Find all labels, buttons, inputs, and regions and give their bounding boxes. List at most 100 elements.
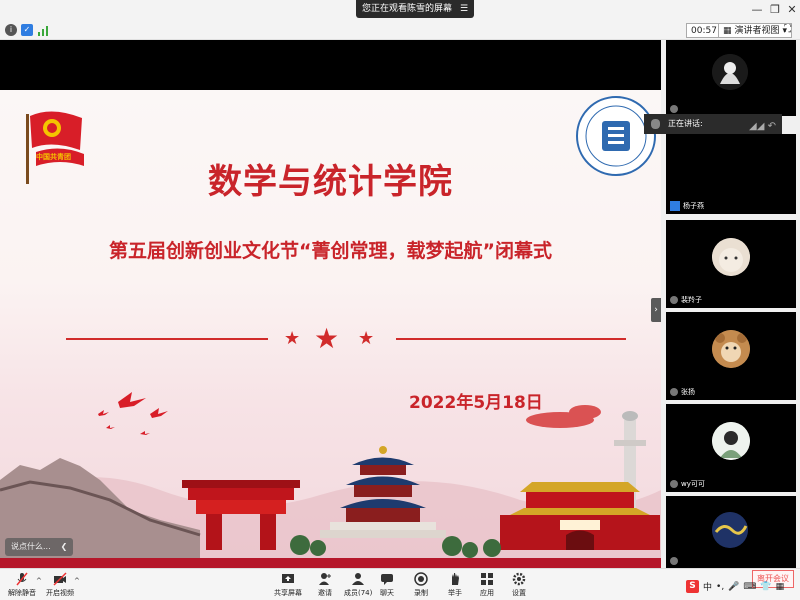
landmarks-illustration: [0, 392, 661, 570]
skin-icon[interactable]: 👕: [760, 582, 771, 592]
gear-icon: [512, 572, 526, 586]
participant-tile[interactable]: 裴羚子: [666, 220, 796, 308]
restore-button[interactable]: ❐: [768, 3, 782, 16]
share-screen-button[interactable]: 共享屏幕: [274, 572, 302, 598]
mic-icon: [670, 296, 678, 304]
video-off-icon: [53, 572, 67, 586]
chat-placeholder: 说点什么...: [11, 542, 51, 551]
apps-button[interactable]: 应用: [480, 572, 494, 598]
invite-label: 邀请: [318, 589, 332, 597]
meeting-timer: 00:57: [686, 23, 722, 38]
keyboard-icon[interactable]: ⌨: [743, 582, 756, 592]
voice-input-icon[interactable]: 🎤: [728, 582, 739, 592]
security-shield-icon[interactable]: ✓: [21, 24, 33, 36]
chevron-left-icon[interactable]: ❮: [61, 538, 68, 556]
avatar: [712, 54, 748, 90]
signal-strength-icon[interactable]: [38, 25, 48, 39]
star-icon: ★: [314, 322, 340, 355]
chat-icon: [380, 572, 394, 586]
meeting-info-bar: i ✓ 00:57 ▦ 演讲者视图 ▾ ⛶: [0, 21, 800, 40]
participant-name-tag: [670, 557, 681, 565]
participant-name-tag: 裴羚子: [670, 295, 702, 305]
mic-muted-icon: [15, 572, 29, 586]
shared-screen-stage: 中国共青团 数学与统计学院 第五届创新创业文化节“菁创常理，载梦起航”闭幕式 ★…: [0, 40, 661, 570]
raise-hand-button[interactable]: 举手: [448, 572, 462, 598]
slide-subtitle: 第五届创新创业文化节“菁创常理，载梦起航”闭幕式: [109, 240, 552, 262]
speaker-view-button[interactable]: ▦ 演讲者视图 ▾: [718, 23, 793, 38]
participant-name: 张扬: [681, 388, 695, 396]
ime-language[interactable]: 中: [703, 580, 712, 593]
members-button[interactable]: 成员(74): [344, 572, 372, 598]
record-label: 录制: [414, 589, 428, 597]
avatar: [712, 330, 750, 368]
star-icon: ★: [358, 328, 375, 349]
add-user-icon: [318, 572, 332, 586]
punctuation-icon[interactable]: •,: [716, 582, 724, 592]
participant-tile[interactable]: [666, 40, 796, 116]
divider-left: [66, 338, 268, 340]
mic-icon: [670, 557, 678, 565]
members-icon: [351, 572, 365, 586]
apps-label: 应用: [480, 589, 494, 597]
avatar: [712, 422, 750, 460]
fullscreen-icon[interactable]: ⛶: [784, 24, 791, 35]
members-label: 成员(74): [344, 589, 373, 597]
invite-button[interactable]: 邀请: [318, 572, 332, 598]
chat-input-toggle[interactable]: 说点什么... ❮: [5, 538, 74, 556]
avatar: [712, 512, 748, 548]
slide-title: 数学与统计学院: [208, 162, 453, 202]
record-icon: [414, 572, 428, 586]
participant-name-tag: 张扬: [670, 387, 695, 397]
chat-button[interactable]: 聊天: [380, 572, 394, 598]
share-banner-text: 您正在观看陈雪的屏幕: [362, 4, 453, 14]
sidebar-collapse-button[interactable]: ›: [651, 298, 661, 322]
start-video-button[interactable]: 开启视频: [46, 572, 74, 598]
toolbox-icon[interactable]: ▦: [776, 582, 785, 592]
start-video-label: 开启视频: [46, 589, 74, 597]
participant-tile[interactable]: 杨子燕: [666, 134, 796, 214]
settings-button[interactable]: 设置: [512, 572, 526, 598]
hand-icon: [448, 572, 462, 586]
speaking-label: 正在讲话:: [668, 119, 703, 128]
minimize-button[interactable]: —: [750, 3, 764, 16]
star-icon: ★: [284, 328, 301, 349]
avatar: [712, 238, 750, 276]
presentation-slide: 中国共青团 数学与统计学院 第五届创新创业文化节“菁创常理，载梦起航”闭幕式 ★…: [0, 90, 661, 570]
view-mode-label: 演讲者视图: [734, 26, 780, 36]
chevron-up-icon[interactable]: ^: [36, 577, 42, 585]
participant-name: 裴羚子: [681, 296, 702, 304]
user-icon: [670, 201, 680, 211]
share-screen-icon: [281, 572, 295, 586]
window-titlebar: 您正在观看陈雪的屏幕 ☰ — ❐ ✕: [0, 0, 800, 21]
speaking-indicator: 正在讲话: ◢◢ ↶: [644, 114, 782, 134]
view-grid-icon: ▦: [723, 26, 732, 36]
screen-share-banner[interactable]: 您正在观看陈雪的屏幕 ☰: [356, 0, 475, 18]
unmute-button[interactable]: 解除静音: [8, 572, 36, 598]
input-method-toolbar[interactable]: S 中 •, 🎤 ⌨ 👕 ▦: [686, 580, 784, 593]
participant-name: 杨子燕: [683, 202, 704, 210]
mic-icon: [651, 119, 660, 129]
mic-icon: [670, 480, 678, 488]
info-icon[interactable]: i: [5, 24, 17, 36]
menu-icon[interactable]: ☰: [460, 0, 468, 18]
participant-tile[interactable]: wy可可: [666, 404, 796, 492]
record-button[interactable]: 录制: [414, 572, 428, 598]
chevron-up-icon[interactable]: ^: [74, 577, 80, 585]
participant-name-tag: [670, 105, 681, 113]
share-screen-label: 共享屏幕: [274, 589, 302, 597]
meeting-toolbar: 解除静音 ^ 开启视频 ^ 共享屏幕 邀请 成员(74) 聊天 录制 举手 应用…: [0, 568, 800, 600]
raise-hand-label: 举手: [448, 589, 462, 597]
participant-name-tag: 杨子燕: [670, 201, 704, 211]
participant-tile[interactable]: 张扬: [666, 312, 796, 400]
close-button[interactable]: ✕: [785, 3, 799, 16]
mic-icon: [670, 388, 678, 396]
mic-icon: [670, 105, 678, 113]
sogou-logo-icon: S: [686, 580, 699, 593]
divider-right: [396, 338, 626, 340]
settings-label: 设置: [512, 589, 526, 597]
unmute-label: 解除静音: [8, 589, 36, 597]
participant-name: wy可可: [681, 480, 705, 488]
apps-icon: [480, 572, 494, 586]
participant-tile[interactable]: [666, 496, 796, 568]
slide-bottom-band: [0, 558, 661, 568]
